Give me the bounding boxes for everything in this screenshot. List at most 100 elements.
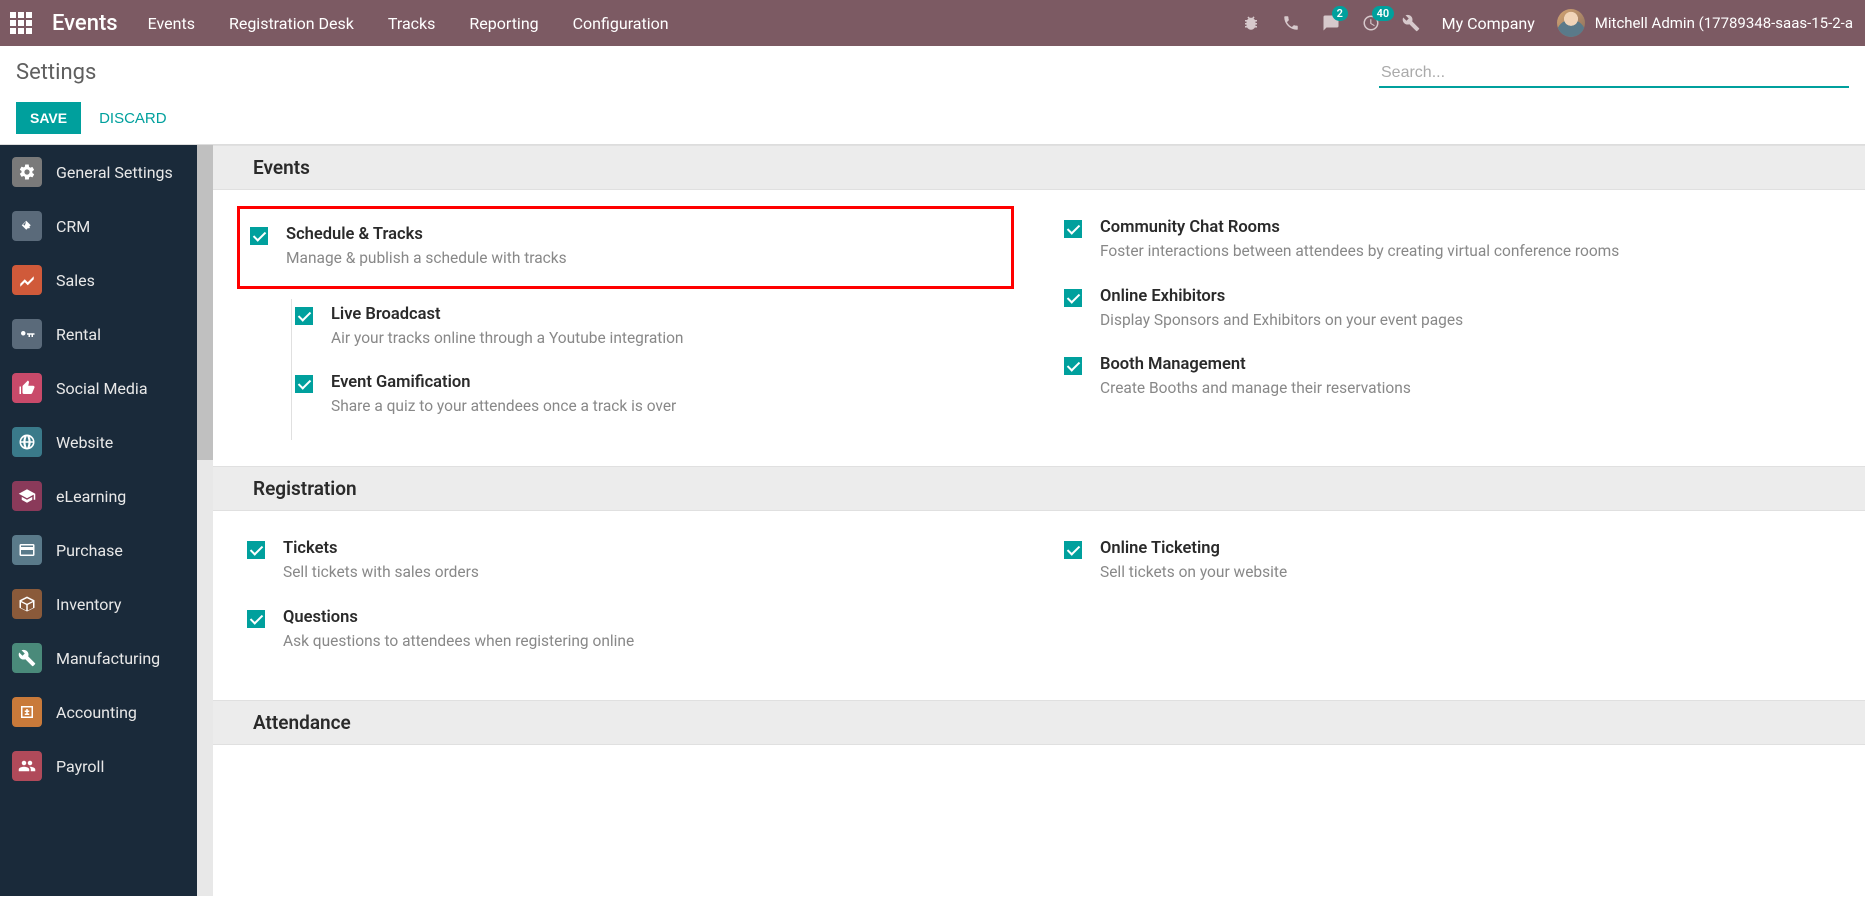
- gear-icon: [12, 157, 42, 187]
- setting-live-broadcast: Live Broadcast Air your tracks online th…: [247, 299, 1014, 368]
- activities-badge: 40: [1372, 6, 1395, 21]
- sidebar-item-label: General Settings: [56, 163, 173, 182]
- top-navbar: Events Events Registration Desk Tracks R…: [0, 0, 1865, 46]
- section-header-registration: Registration: [213, 466, 1865, 511]
- search-input[interactable]: [1379, 60, 1849, 88]
- setting-desc: Display Sponsors and Exhibitors on your …: [1100, 310, 1463, 332]
- sidebar-item-website[interactable]: Website: [0, 415, 213, 469]
- app-brand[interactable]: Events: [52, 11, 118, 36]
- sidebar-item-rental[interactable]: Rental: [0, 307, 213, 361]
- setting-title: Booth Management: [1100, 355, 1411, 374]
- sidebar-item-manufacturing[interactable]: Manufacturing: [0, 631, 213, 685]
- sidebar-item-purchase[interactable]: Purchase: [0, 523, 213, 577]
- setting-desc: Foster interactions between attendees by…: [1100, 241, 1619, 263]
- sidebar-item-label: Manufacturing: [56, 649, 160, 668]
- setting-booth-management: Booth Management Create Booths and manag…: [1064, 349, 1831, 418]
- sidebar-item-inventory[interactable]: Inventory: [0, 577, 213, 631]
- checkbox-booth-management[interactable]: [1064, 357, 1082, 375]
- setting-desc: Sell tickets with sales orders: [283, 562, 479, 584]
- checkbox-event-gamification[interactable]: [295, 375, 313, 393]
- setting-online-exhibitors: Online Exhibitors Display Sponsors and E…: [1064, 281, 1831, 350]
- messages-badge: 2: [1332, 6, 1348, 21]
- menu-tracks[interactable]: Tracks: [388, 14, 436, 33]
- handshake-icon: [12, 211, 42, 241]
- menu-reporting[interactable]: Reporting: [469, 14, 538, 33]
- sidebar-item-label: CRM: [56, 217, 90, 236]
- setting-title: Online Exhibitors: [1100, 287, 1463, 306]
- sidebar-item-label: Purchase: [56, 541, 123, 560]
- setting-desc: Create Booths and manage their reservati…: [1100, 378, 1411, 400]
- section-header-events: Events: [213, 145, 1865, 190]
- chart-icon: [12, 265, 42, 295]
- discard-button[interactable]: DISCARD: [99, 110, 167, 127]
- menu-events[interactable]: Events: [148, 14, 195, 33]
- main-menu: Events Registration Desk Tracks Reportin…: [148, 14, 669, 33]
- control-panel: Settings SAVE DISCARD: [0, 46, 1865, 145]
- sidebar-item-payroll[interactable]: Payroll: [0, 739, 213, 793]
- setting-desc: Manage & publish a schedule with tracks: [286, 248, 567, 270]
- tools-icon[interactable]: [1402, 14, 1420, 32]
- settings-content: Events Schedule & Tracks Manage & publis…: [213, 145, 1865, 896]
- checkbox-live-broadcast[interactable]: [295, 307, 313, 325]
- phone-icon[interactable]: [1282, 14, 1300, 32]
- wrench-icon: [12, 643, 42, 673]
- company-selector[interactable]: My Company: [1442, 14, 1535, 33]
- messages-icon[interactable]: 2: [1322, 14, 1340, 32]
- user-name: Mitchell Admin (17789348-saas-15-2-a: [1595, 14, 1853, 32]
- highlight-schedule-tracks: Schedule & Tracks Manage & publish a sch…: [237, 206, 1014, 289]
- checkbox-online-exhibitors[interactable]: [1064, 289, 1082, 307]
- user-menu[interactable]: Mitchell Admin (17789348-saas-15-2-a: [1557, 9, 1853, 37]
- checkbox-community-chat-rooms[interactable]: [1064, 220, 1082, 238]
- sidebar-item-label: Rental: [56, 325, 101, 344]
- setting-desc: Air your tracks online through a Youtube…: [331, 328, 684, 350]
- save-button[interactable]: SAVE: [16, 102, 81, 134]
- sidebar-item-sales[interactable]: Sales: [0, 253, 213, 307]
- card-icon: [12, 535, 42, 565]
- setting-desc: Ask questions to attendees when register…: [283, 631, 634, 653]
- sidebar-item-label: Website: [56, 433, 113, 452]
- setting-desc: Share a quiz to your attendees once a tr…: [331, 396, 676, 418]
- page-title: Settings: [16, 60, 96, 85]
- setting-title: Tickets: [283, 539, 479, 558]
- sidebar-item-label: Accounting: [56, 703, 137, 722]
- menu-configuration[interactable]: Configuration: [573, 14, 669, 33]
- checkbox-tickets[interactable]: [247, 541, 265, 559]
- checkbox-schedule-tracks[interactable]: [250, 227, 268, 245]
- debug-icon[interactable]: [1242, 14, 1260, 32]
- people-icon: [12, 751, 42, 781]
- sidebar-item-accounting[interactable]: Accounting: [0, 685, 213, 739]
- setting-community-chat-rooms: Community Chat Rooms Foster interactions…: [1064, 212, 1831, 281]
- apps-icon[interactable]: [10, 12, 32, 34]
- sidebar-item-crm[interactable]: CRM: [0, 199, 213, 253]
- checkbox-online-ticketing[interactable]: [1064, 541, 1082, 559]
- setting-title: Live Broadcast: [331, 305, 684, 324]
- setting-tickets: Tickets Sell tickets with sales orders: [247, 533, 1014, 602]
- checkbox-questions[interactable]: [247, 610, 265, 628]
- setting-title: Event Gamification: [331, 373, 676, 392]
- sidebar-scrollbar[interactable]: [197, 145, 213, 896]
- setting-event-gamification: Event Gamification Share a quiz to your …: [247, 367, 1014, 436]
- setting-online-ticketing: Online Ticketing Sell tickets on your we…: [1064, 533, 1831, 602]
- avatar-icon: [1557, 9, 1585, 37]
- globe-icon: [12, 427, 42, 457]
- sidebar-item-label: Social Media: [56, 379, 148, 398]
- section-header-attendance: Attendance: [213, 700, 1865, 745]
- setting-title: Online Ticketing: [1100, 539, 1287, 558]
- sidebar-item-label: Sales: [56, 271, 95, 290]
- sidebar-item-label: Inventory: [56, 595, 122, 614]
- sidebar-item-elearning[interactable]: eLearning: [0, 469, 213, 523]
- setting-schedule-tracks: Schedule & Tracks Manage & publish a sch…: [240, 215, 1011, 280]
- box-icon: [12, 589, 42, 619]
- sidebar-item-general-settings[interactable]: General Settings: [0, 145, 213, 199]
- key-icon: [12, 319, 42, 349]
- setting-title: Community Chat Rooms: [1100, 218, 1619, 237]
- menu-registration-desk[interactable]: Registration Desk: [229, 14, 354, 33]
- thumbsup-icon: [12, 373, 42, 403]
- activities-icon[interactable]: 40: [1362, 14, 1380, 32]
- money-icon: [12, 697, 42, 727]
- setting-questions: Questions Ask questions to attendees whe…: [247, 602, 1014, 671]
- sidebar-item-label: Payroll: [56, 757, 104, 776]
- settings-sidebar: General Settings CRM Sales Rental Social…: [0, 145, 213, 896]
- sidebar-item-social-media[interactable]: Social Media: [0, 361, 213, 415]
- setting-desc: Sell tickets on your website: [1100, 562, 1287, 584]
